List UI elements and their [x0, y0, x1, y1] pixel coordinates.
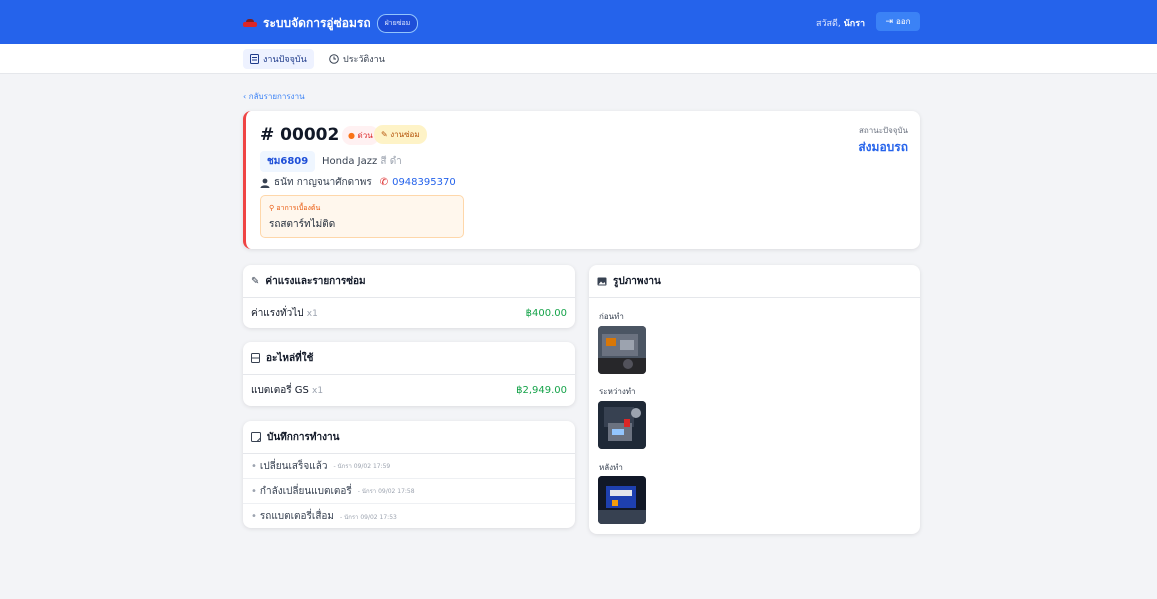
work-log-title: บันทึกการทำงาน	[267, 431, 340, 443]
pencil-icon: ✎	[381, 130, 388, 139]
fire-icon: ●	[348, 131, 355, 140]
tab-current-jobs-label: งานปัจจุบัน	[263, 55, 307, 65]
clock-icon	[329, 54, 339, 64]
phone-icon: ✆	[379, 177, 389, 188]
labor-item-price: ฿400.00	[525, 307, 567, 319]
note-icon	[251, 432, 261, 442]
log-text: กำลังเปลี่ยนแบตเตอรี่	[259, 485, 352, 497]
labor-item-qty: x1	[306, 308, 318, 319]
parts-item: แบตเตอรี่ GS x1	[251, 383, 323, 398]
photo-group-label-after: หลังทำ	[599, 463, 623, 472]
log-text: รถแบตเตอรี่เสื่อม	[259, 511, 335, 522]
job-number: # 00002	[260, 125, 340, 145]
greeting: สวัสดี, นักรา	[816, 16, 865, 30]
role-badge: ฝ่ายซ่อม	[376, 14, 419, 33]
labor-row: ค่าแรงทั่วไป x1 ฿400.00	[243, 298, 575, 328]
document-icon	[250, 54, 259, 64]
log-meta: - นักรา 09/02 17:53	[340, 513, 397, 521]
log-item: • กำลังเปลี่ยนแบตเตอรี่ - นักรา 09/02 17…	[243, 479, 575, 504]
log-meta: - นักรา 09/02 17:58	[357, 488, 415, 495]
photo-during[interactable]	[598, 401, 646, 449]
brand[interactable]: ระบบจัดการอู่ซ่อมรถ ฝ่ายซ่อม	[243, 14, 419, 33]
user-icon	[260, 178, 270, 188]
labor-item-name: ค่าแรงทั่วไป	[251, 307, 304, 319]
parts-title: อะไหล่ที่ใช้	[266, 352, 314, 364]
owner-info: ธนัท กาญจนาศักดาพร ✆ 0948395370	[260, 175, 456, 190]
log-meta: - นักรา 09/02 17:59	[333, 463, 391, 470]
parts-row: แบตเตอรี่ GS x1 ฿2,949.00	[243, 375, 575, 405]
labor-header: ✎ ค่าแรงและรายการซ่อม	[243, 265, 575, 298]
work-log-header: บันทึกการทำงาน	[243, 421, 575, 454]
photos-card: รูปภาพงาน ก่อนทำ ระหว่างทำ หลังทำ	[589, 265, 920, 534]
bullet-icon: •	[251, 460, 257, 472]
tab-current-jobs[interactable]: งานปัจจุบัน	[243, 49, 314, 69]
user-name: นักรา	[843, 19, 866, 29]
top-bar: ระบบจัดการอู่ซ่อมรถ ฝ่ายซ่อม สวัสดี, นัก…	[0, 0, 1157, 44]
symptom-text: รถสตาร์ทไม่ติด	[269, 219, 336, 230]
parts-header: อะไหล่ที่ใช้	[243, 342, 575, 375]
logout-button[interactable]: ⇥ ออก	[876, 12, 920, 31]
status-label: สถานะปัจจุบัน	[859, 126, 908, 135]
log-text: เปลี่ยนเสร็จแล้ว	[259, 460, 328, 472]
photos-title: รูปภาพงาน	[613, 275, 661, 287]
parts-item-name: แบตเตอรี่ GS	[251, 384, 309, 396]
work-log-card: บันทึกการทำงาน • เปลี่ยนเสร็จแล้ว - นักร…	[243, 421, 575, 528]
car-model-text: Honda Jazz	[322, 156, 378, 167]
license-plate: ชม6809	[260, 151, 316, 172]
parts-item-price: ฿2,949.00	[516, 384, 567, 396]
back-link[interactable]: ‹ กลับรายการงาน	[243, 90, 305, 103]
urgent-label: ด่วน	[357, 131, 373, 140]
photo-before[interactable]	[598, 326, 646, 374]
car-model: Honda Jazz สี ดำ	[322, 154, 402, 169]
log-item: • รถแบตเตอรี่เสื่อม - นักรา 09/02 17:53	[243, 504, 575, 528]
magnifier-icon: ⚲	[269, 204, 275, 212]
job-summary-card: # 00002 ● ด่วน ✎ งานซ่อม ชม6809 Honda Ja…	[243, 111, 920, 249]
car-color: สี ดำ	[380, 156, 402, 167]
labor-card: ✎ ค่าแรงและรายการซ่อม ค่าแรงทั่วไป x1 ฿4…	[243, 265, 575, 328]
job-type-label: งานซ่อม	[390, 130, 420, 139]
symptom-box: ⚲ อาการเบื้องต้น รถสตาร์ทไม่ติด	[260, 195, 464, 238]
tab-job-history[interactable]: ประวัติงาน	[322, 49, 392, 69]
bullet-icon: •	[251, 511, 257, 522]
owner-name: ธนัท กาญจนาศักดาพร	[274, 177, 372, 188]
image-icon	[597, 277, 607, 285]
tab-job-history-label: ประวัติงาน	[343, 55, 385, 65]
labor-title: ค่าแรงและรายการซ่อม	[265, 275, 366, 287]
photo-group-label-before: ก่อนทำ	[599, 312, 624, 321]
photo-group-label-during: ระหว่างทำ	[599, 387, 636, 396]
car-icon	[243, 19, 257, 28]
greeting-text: สวัสดี,	[816, 19, 841, 29]
app-title: ระบบจัดการอู่ซ่อมรถ	[263, 16, 371, 30]
log-item: • เปลี่ยนเสร็จแล้ว - นักรา 09/02 17:59	[243, 454, 575, 479]
bullet-icon: •	[251, 485, 257, 497]
parts-card: อะไหล่ที่ใช้ แบตเตอรี่ GS x1 ฿2,949.00	[243, 342, 575, 406]
symptom-label-text: อาการเบื้องต้น	[276, 204, 321, 212]
photo-after[interactable]	[598, 476, 646, 524]
owner-phone[interactable]: 0948395370	[392, 177, 456, 188]
symptom-label: ⚲ อาการเบื้องต้น	[269, 203, 320, 214]
box-icon	[251, 353, 260, 363]
job-type-badge: ✎ งานซ่อม	[374, 125, 427, 144]
parts-item-qty: x1	[312, 385, 324, 396]
status-value: ส่งมอบรถ	[858, 140, 908, 154]
logout-icon: ⇥	[885, 16, 894, 27]
photos-header: รูปภาพงาน	[589, 265, 920, 298]
pencil-icon: ✎	[251, 275, 260, 287]
labor-item: ค่าแรงทั่วไป x1	[251, 306, 318, 321]
nav-bar: งานปัจจุบัน ประวัติงาน	[0, 44, 1157, 74]
logout-label: ออก	[896, 17, 911, 26]
